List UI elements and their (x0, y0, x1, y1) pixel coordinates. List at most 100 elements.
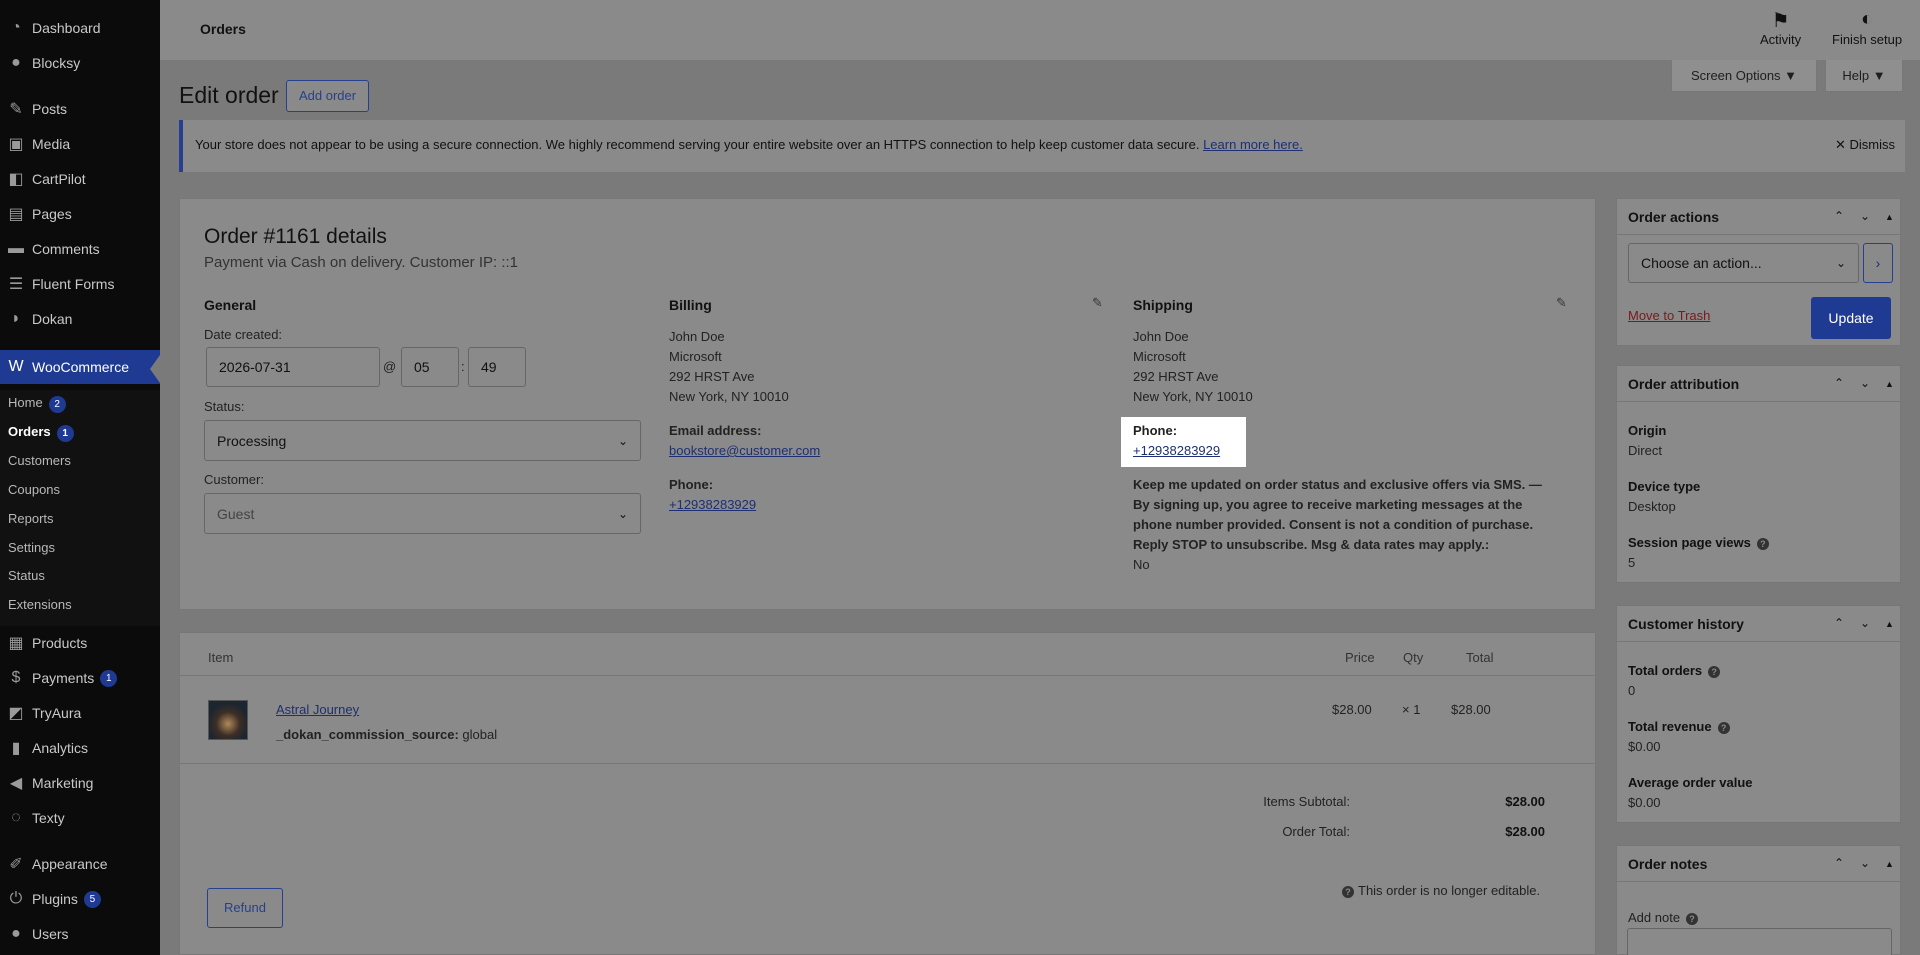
products-icon: ▦ (8, 635, 24, 652)
help-icon[interactable]: ? (1756, 538, 1769, 550)
order-title: Order #1161 details (204, 225, 387, 248)
orders-badge: 1 (56, 425, 74, 442)
order-items-panel: Item Price Qty Total Astral Journey _dok… (179, 632, 1596, 955)
menu-texty[interactable]: ◌ Texty (0, 803, 160, 833)
device-type-value: Desktop (1628, 499, 1676, 514)
help-icon[interactable]: ? (1686, 913, 1699, 925)
menu-pages[interactable]: ▤ Pages (0, 199, 160, 229)
submenu-coupons[interactable]: Coupons (8, 482, 60, 497)
refund-button[interactable]: Refund (207, 888, 283, 928)
aov-value: $0.00 (1628, 795, 1661, 810)
item-qty: × 1 (1402, 702, 1421, 717)
move-up-icon[interactable]: ⌃ (1834, 209, 1844, 223)
billing-email-link[interactable]: bookstore@customer.com (669, 441, 820, 461)
total-column-header: Total (1466, 650, 1494, 665)
dismiss-button[interactable]: ✕ Dismiss (1835, 137, 1895, 153)
move-up-icon[interactable]: ⌃ (1834, 616, 1844, 630)
chevron-right-icon: › (1875, 255, 1881, 271)
subtotal-value: $28.00 (1505, 794, 1545, 809)
sms-consent-value: No (1133, 557, 1150, 572)
plugins-badge: 5 (83, 890, 101, 908)
header-divider (180, 675, 1595, 676)
screen-options-button[interactable]: Screen Options ▼ (1671, 60, 1817, 92)
analytics-icon: ▮ (11, 740, 21, 757)
menu-products[interactable]: ▦ Products (0, 628, 160, 658)
submenu-reports[interactable]: Reports (8, 511, 54, 526)
close-icon: ✕ (1834, 137, 1850, 152)
move-down-icon[interactable]: ⌄ (1860, 209, 1870, 223)
product-meta: _dokan_commission_source: global (276, 727, 498, 742)
move-to-trash-link[interactable]: Move to Trash (1628, 306, 1710, 326)
menu-media[interactable]: ▣ Media (0, 129, 160, 159)
move-up-icon[interactable]: ⌃ (1834, 856, 1844, 870)
help-button[interactable]: Help ▼ (1825, 60, 1903, 92)
edit-billing-pencil-icon[interactable]: ✎ (1092, 295, 1103, 311)
move-up-icon[interactable]: ⌃ (1834, 376, 1844, 390)
menu-users[interactable]: ● Users (0, 919, 160, 949)
menu-dokan[interactable]: ◗ Dokan (0, 304, 160, 334)
minute-input[interactable]: 49 (468, 347, 526, 387)
add-note-textarea[interactable] (1627, 928, 1892, 955)
menu-tryaura[interactable]: ◩ TryAura (0, 698, 160, 728)
submenu-customers[interactable]: Customers (8, 453, 71, 468)
menu-comments[interactable]: ▬ Comments (0, 234, 160, 264)
price-column-header: Price (1345, 650, 1375, 665)
product-link[interactable]: Astral Journey (276, 700, 359, 720)
customer-history-box: Customer history ⌃ ⌄ ▲ Total orders? 0 T… (1616, 605, 1901, 823)
submenu-status[interactable]: Status (8, 568, 45, 583)
submenu-settings[interactable]: Settings (8, 540, 55, 555)
finish-setup-button[interactable]: ◐ Finish setup (1832, 8, 1902, 47)
add-order-button[interactable]: Add order (286, 80, 370, 112)
submenu-orders[interactable]: Orders 1 (8, 424, 74, 442)
toggle-panel-icon[interactable]: ▲ (1885, 859, 1894, 869)
customer-history-heading: Customer history (1617, 606, 1900, 642)
session-views-value: 5 (1628, 555, 1636, 570)
menu-fluent-forms[interactable]: ☰ Fluent Forms (0, 269, 160, 299)
total-orders-value: 0 (1628, 683, 1636, 698)
apply-action-button[interactable]: › (1863, 243, 1893, 283)
order-attribution-heading: Order attribution (1617, 366, 1900, 402)
edit-shipping-pencil-icon[interactable]: ✎ (1556, 295, 1567, 311)
dashboard-icon: ◔ (11, 19, 21, 36)
move-down-icon[interactable]: ⌄ (1860, 856, 1870, 870)
hour-input[interactable]: 05 (401, 347, 459, 387)
help-icon[interactable]: ? (1717, 722, 1730, 734)
product-thumbnail (208, 700, 248, 740)
billing-address: John Doe Microsoft 292 HRST Ave New York… (669, 329, 789, 404)
order-notes-heading: Order notes (1617, 846, 1900, 882)
menu-analytics[interactable]: ▮ Analytics (0, 733, 160, 763)
header-title: Orders (200, 21, 246, 37)
submenu-home[interactable]: Home 2 (8, 395, 66, 413)
toggle-panel-icon[interactable]: ▲ (1885, 379, 1894, 389)
order-total-label: Order Total: (1282, 824, 1350, 839)
submenu-extensions[interactable]: Extensions (8, 597, 72, 612)
menu-cartpilot[interactable]: ◧ CartPilot (0, 164, 160, 194)
menu-plugins[interactable]: ⏻ Plugins 5 (0, 884, 160, 914)
menu-posts[interactable]: ✎ Posts (0, 94, 160, 124)
menu-woocommerce[interactable]: W WooCommerce (0, 350, 160, 384)
update-button[interactable]: Update (1811, 297, 1891, 339)
toggle-panel-icon[interactable]: ▲ (1885, 619, 1894, 629)
help-icon[interactable]: ? (1708, 666, 1721, 678)
status-select[interactable]: Processing ⌄ (204, 420, 641, 461)
menu-marketing[interactable]: ◀ Marketing (0, 768, 160, 798)
billing-phone-link[interactable]: +12938283929 (669, 495, 756, 515)
learn-more-link[interactable]: Learn more here. (1203, 137, 1303, 152)
order-action-select[interactable]: Choose an action... ⌄ (1628, 243, 1859, 283)
menu-appearance[interactable]: ✐ Appearance (0, 849, 160, 879)
menu-payments[interactable]: $ Payments 1 (0, 663, 160, 693)
activity-button[interactable]: ⚑ Activity (1760, 8, 1801, 47)
customer-select[interactable]: Guest ⌄ (204, 493, 641, 534)
move-down-icon[interactable]: ⌄ (1860, 376, 1870, 390)
date-created-input[interactable]: 2026-07-31 (206, 347, 380, 387)
menu-blocksy[interactable]: ● Blocksy (0, 48, 160, 78)
date-created-label: Date created: (204, 327, 283, 342)
appearance-icon: ✐ (9, 856, 23, 873)
general-heading: General (204, 297, 257, 313)
shipping-phone-link[interactable]: +12938283929 (1133, 441, 1220, 461)
session-views-label: Session page views? (1628, 535, 1769, 550)
origin-value: Direct (1628, 443, 1662, 458)
move-down-icon[interactable]: ⌄ (1860, 616, 1870, 630)
toggle-panel-icon[interactable]: ▲ (1885, 212, 1894, 222)
menu-dashboard[interactable]: ◔ Dashboard (0, 13, 160, 43)
